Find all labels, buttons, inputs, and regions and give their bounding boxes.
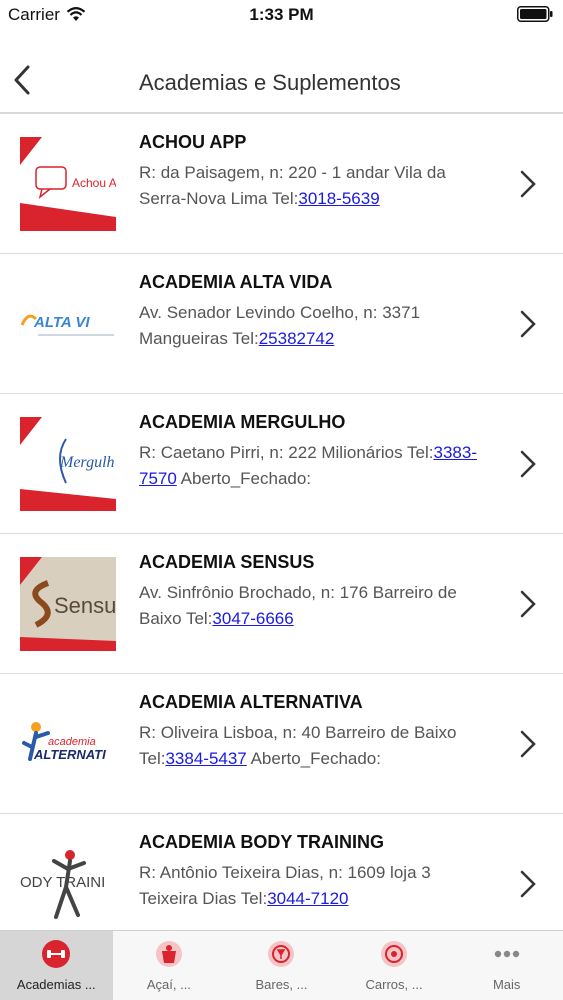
list-item[interactable]: Sensu ACADEMIA SENSUS Av. Sinfrônio Broc…: [0, 534, 563, 674]
business-logo: Mergulh: [20, 417, 116, 511]
tab-acai[interactable]: Açaí, ...: [113, 931, 226, 1000]
phone-link[interactable]: 3384-5437: [165, 749, 246, 768]
back-button[interactable]: [4, 60, 40, 100]
list-item[interactable]: academia ALTERNATI ACADEMIA ALTERNATIVA …: [0, 674, 563, 814]
business-list: Achou A ACHOU APP R: da Paisagem, n: 220…: [0, 114, 563, 930]
chevron-right-icon: [520, 730, 536, 758]
phone-link[interactable]: 3044-7120: [267, 889, 348, 908]
business-address: Av. Senador Levindo Coelho, n: 3371 Mang…: [139, 303, 421, 348]
chevron-right-icon: [520, 870, 536, 898]
phone-link[interactable]: 3018-5639: [298, 189, 379, 208]
business-logo: ODY TRAINI: [20, 837, 116, 930]
more-icon: [494, 950, 519, 958]
business-logo: Achou A: [20, 137, 116, 231]
tab-label: Bares, ...: [255, 977, 308, 992]
business-address: R: Caetano Pirri, n: 222 Milionários Tel…: [139, 443, 477, 488]
business-logo: ALTA VI: [20, 277, 116, 371]
business-name: ACADEMIA BODY TRAINING: [139, 832, 385, 852]
svg-text:ODY TRAINI: ODY TRAINI: [20, 874, 105, 891]
tab-mais[interactable]: Mais: [450, 931, 563, 1000]
business-address: Av. Sinfrônio Brochado, n: 176 Barreiro …: [139, 583, 457, 628]
phone-link[interactable]: 3047-6666: [212, 609, 293, 628]
tab-label: Mais: [492, 977, 521, 992]
status-time: 1:33 PM: [249, 5, 314, 24]
business-address: R: Oliveira Lisboa, n: 40 Barreiro de Ba…: [139, 723, 457, 768]
phone-link[interactable]: 25382742: [259, 329, 335, 348]
svg-text:ALTA VI: ALTA VI: [33, 314, 90, 331]
battery-icon: [517, 6, 553, 22]
list-item[interactable]: ODY TRAINI ACADEMIA BODY TRAINING R: Ant…: [0, 814, 563, 930]
business-logo: Sensu: [20, 557, 116, 651]
svg-text:ALTERNATI: ALTERNATI: [33, 747, 106, 762]
bar-icon: [268, 941, 295, 967]
chevron-left-icon: [14, 65, 30, 95]
chevron-right-icon: [520, 450, 536, 478]
tab-bar: Academias ... Açaí, ... Bares, ... Carro…: [0, 930, 563, 1000]
business-name: ACADEMIA SENSUS: [139, 552, 315, 572]
tab-label: Açaí, ...: [146, 977, 191, 992]
car-icon: [381, 941, 408, 967]
tab-carros[interactable]: Carros, ...: [338, 931, 451, 1000]
business-name: ACADEMIA MERGULHO: [139, 412, 346, 432]
list-item[interactable]: Mergulh ACADEMIA MERGULHO R: Caetano Pir…: [0, 394, 563, 534]
chevron-right-icon: [520, 590, 536, 618]
list-item[interactable]: Achou A ACHOU APP R: da Paisagem, n: 220…: [0, 114, 563, 254]
tab-academias[interactable]: Academias ...: [0, 931, 113, 1000]
business-address: R: da Paisagem, n: 220 - 1 andar Vila da…: [139, 163, 446, 208]
tab-label: Carros, ...: [365, 977, 423, 992]
list-item[interactable]: ALTA VI ACADEMIA ALTA VIDA Av. Senador L…: [0, 254, 563, 394]
business-name: ACHOU APP: [139, 132, 247, 152]
navigation-bar: Academias e Suplementos: [0, 40, 563, 114]
svg-text:Achou A: Achou A: [72, 176, 116, 190]
business-address: R: Antônio Teixeira Dias, n: 1609 loja 3…: [139, 863, 431, 908]
tab-bares[interactable]: Bares, ...: [225, 931, 338, 1000]
svg-text:Mergulh: Mergulh: [59, 454, 115, 471]
page-title: Academias e Suplementos: [139, 70, 401, 95]
svg-text:Sensu: Sensu: [54, 593, 116, 618]
chevron-right-icon: [520, 170, 536, 198]
business-logo: academia ALTERNATI: [20, 697, 116, 791]
tab-label: Academias ...: [16, 977, 96, 992]
chevron-right-icon: [520, 310, 536, 338]
business-name: ACADEMIA ALTERNATIVA: [139, 692, 363, 712]
status-bar: Carrier 1:33 PM: [0, 0, 563, 40]
dumbbell-icon: [42, 940, 71, 968]
business-name: ACADEMIA ALTA VIDA: [139, 272, 333, 292]
acai-icon: [155, 941, 182, 967]
